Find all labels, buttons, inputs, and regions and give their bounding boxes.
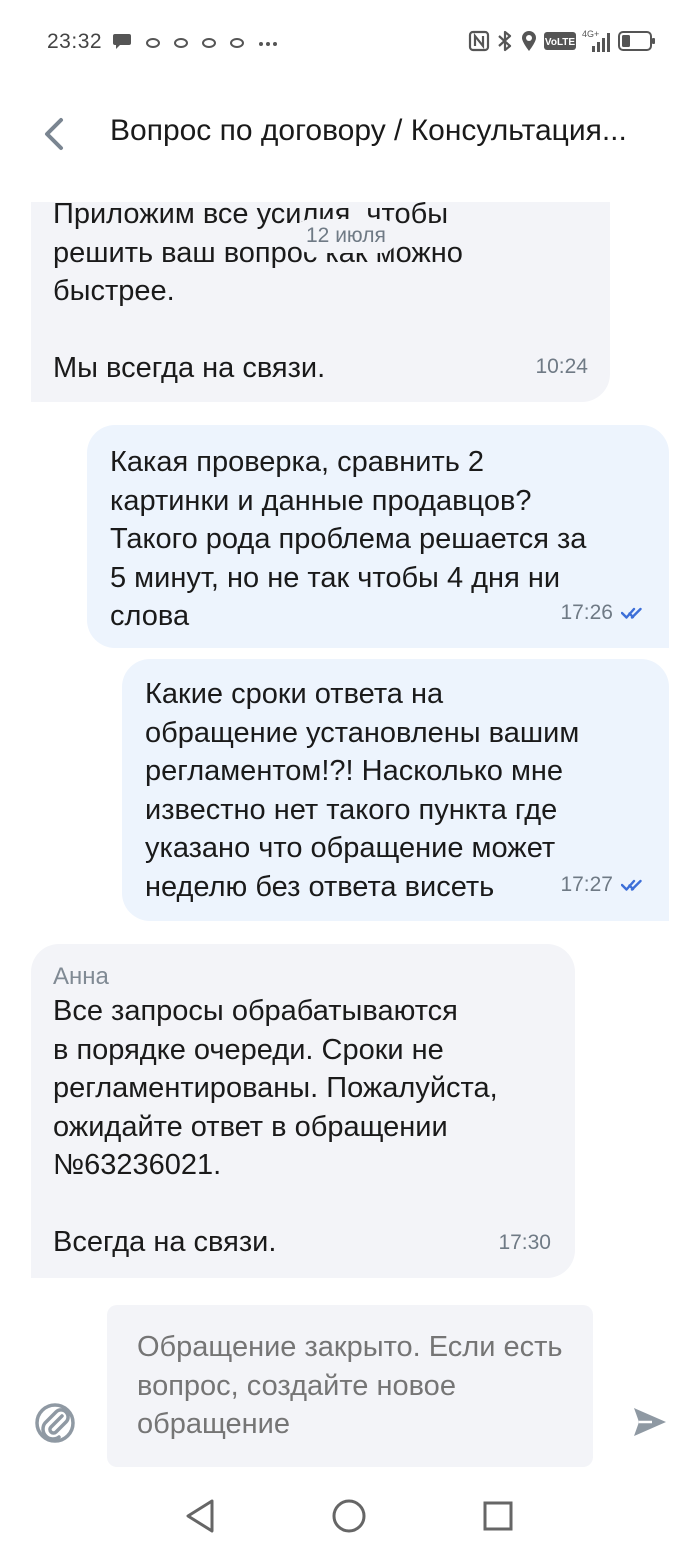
ring-icon — [230, 38, 244, 48]
message-list[interactable]: Приложим все усилия, чтобы решить ваш во… — [0, 202, 700, 1282]
back-triangle-icon — [186, 1499, 214, 1533]
double-check-icon — [621, 879, 642, 891]
message-text: Все запросы обрабатываются в порядке оче… — [53, 995, 498, 1258]
message-bubble-outgoing: Какие сроки ответа на обращение установл… — [122, 659, 669, 921]
battery-icon — [618, 30, 656, 57]
nav-back-button[interactable] — [178, 1494, 222, 1538]
ring-icon — [146, 38, 160, 48]
more-dots-icon — [258, 34, 278, 52]
ring-icon — [174, 38, 188, 48]
sender-name: Анна — [53, 963, 109, 990]
page-title: Вопрос по договору / Консультация... — [110, 114, 627, 147]
ring-icon — [202, 38, 216, 48]
volte-icon: VoLTE — [544, 31, 576, 56]
chevron-left-icon — [45, 118, 63, 150]
message-meta: 10:24 — [535, 348, 588, 387]
back-button[interactable] — [34, 114, 74, 154]
message-composer — [0, 1290, 700, 1480]
paperclip-icon — [35, 1403, 75, 1443]
system-nav-bar — [0, 1480, 700, 1554]
message-bubble-incoming: Анна Все запросы обрабатываются в порядк… — [31, 944, 575, 1278]
svg-text:4G+: 4G+ — [582, 29, 599, 39]
recents-square-icon — [483, 1501, 513, 1531]
message-meta: 17:26 — [560, 594, 647, 633]
message-meta: 17:30 — [498, 1224, 551, 1263]
notification-icons — [112, 32, 278, 54]
chat-header: Вопрос по договору / Консультация... — [0, 96, 700, 172]
nav-recents-button[interactable] — [476, 1494, 520, 1538]
date-separator: 12 июля — [294, 219, 398, 253]
location-icon — [520, 29, 538, 58]
chat-bubble-icon — [112, 31, 132, 56]
message-time: 17:27 — [560, 872, 613, 896]
nav-home-button[interactable] — [327, 1494, 371, 1538]
signal-icon: 4G+ — [582, 28, 612, 59]
message-meta: 17:27 — [560, 866, 647, 905]
svg-text:VoLTE: VoLTE — [545, 37, 576, 48]
nfc-icon — [468, 30, 490, 57]
message-input[interactable] — [107, 1305, 593, 1467]
home-circle-icon — [332, 1499, 366, 1533]
message-time: 10:24 — [535, 354, 588, 378]
send-icon — [634, 1408, 666, 1436]
message-bubble-outgoing: Какая проверка, сравнить 2 картинки и да… — [87, 425, 669, 648]
status-bar: 23:32 VoLTE 4G+ — [0, 0, 700, 86]
bluetooth-icon — [496, 29, 514, 58]
status-time: 23:32 — [47, 30, 103, 53]
double-check-icon — [621, 607, 642, 619]
send-button[interactable] — [630, 1402, 670, 1442]
message-time: 17:30 — [498, 1230, 551, 1254]
attach-button[interactable] — [34, 1402, 76, 1444]
message-time: 17:26 — [560, 600, 613, 624]
system-icons: VoLTE 4G+ — [468, 28, 656, 59]
